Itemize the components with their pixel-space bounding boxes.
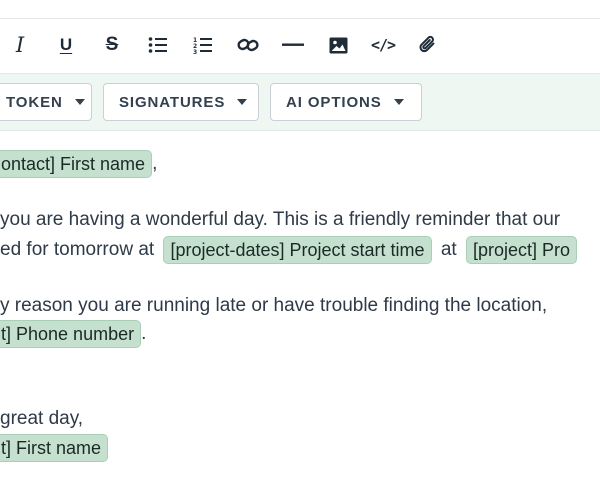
- paragraph-2-line-1: y reason you are running late or have tr…: [0, 294, 547, 318]
- format-toolbar: I U S 1 2 3 </>: [0, 19, 600, 73]
- horizontal-rule-button[interactable]: [279, 31, 307, 59]
- numbered-list-icon: 1 2 3: [193, 37, 212, 54]
- paragraph-2-line-1-text: y reason you are running late or have tr…: [0, 295, 548, 316]
- caret-down-icon: [393, 99, 404, 105]
- attachment-button[interactable]: [414, 31, 442, 59]
- image-icon: [329, 37, 347, 53]
- token-chip-project-start-time[interactable]: [project-dates] Project start time: [163, 236, 432, 264]
- horizontal-rule-icon: [282, 43, 304, 46]
- code-button[interactable]: </>: [369, 31, 397, 59]
- bullet-list-button[interactable]: [144, 31, 172, 59]
- paragraph-1-line-2-at: at: [440, 239, 457, 261]
- paragraph-1-line-1: you are having a wonderful day. This is …: [0, 208, 560, 232]
- paragraph-1-line-2-text: ed for tomorrow at: [0, 239, 155, 261]
- code-icon: </>: [370, 36, 396, 54]
- ai-options-dropdown-label: AI OPTIONS: [286, 93, 382, 111]
- signatures-dropdown[interactable]: SIGNATURES: [103, 83, 259, 121]
- greeting-comma: ,: [152, 153, 158, 175]
- paragraph-1-line-1-text: you are having a wonderful day. This is …: [0, 209, 561, 230]
- message-editor[interactable]: ontact] First name, you are having a won…: [0, 132, 600, 500]
- image-button[interactable]: [324, 31, 352, 59]
- underline-icon: U: [59, 35, 73, 54]
- paragraph-1-line-2: ed for tomorrow at [project-dates] Proje…: [0, 236, 578, 264]
- token-chip-signoff-first-name[interactable]: t] First name: [0, 434, 109, 462]
- token-chip-project[interactable]: [project] Pro: [465, 236, 578, 264]
- bullet-list-icon: [148, 37, 167, 53]
- ai-options-dropdown[interactable]: AI OPTIONS: [270, 83, 422, 121]
- underline-button[interactable]: U: [52, 31, 80, 59]
- caret-down-icon: [237, 99, 248, 105]
- closing-line: great day,: [0, 407, 83, 431]
- link-button[interactable]: [234, 31, 262, 59]
- signatures-dropdown-label: SIGNATURES: [119, 93, 226, 111]
- token-chip-phone-number[interactable]: t] Phone number: [0, 320, 142, 348]
- closing-text: great day,: [0, 408, 84, 429]
- token-dropdown[interactable]: TOKEN: [0, 83, 92, 121]
- link-icon: [237, 38, 259, 52]
- greeting-line: ontact] First name,: [0, 150, 157, 178]
- italic-button[interactable]: I: [6, 31, 34, 59]
- token-chip-contact-first-name[interactable]: ontact] First name: [0, 150, 153, 178]
- italic-icon: I: [15, 33, 25, 57]
- paragraph-2-line-2: t] Phone number.: [0, 320, 146, 348]
- caret-down-icon: [74, 99, 85, 105]
- token-toolbar: TOKEN SIGNATURES AI OPTIONS: [0, 73, 600, 131]
- numbered-list-button[interactable]: 1 2 3: [189, 31, 217, 59]
- attachment-icon: [419, 35, 435, 53]
- paragraph-2-period: .: [141, 323, 147, 345]
- strikethrough-icon: S: [105, 34, 119, 55]
- token-dropdown-label: TOKEN: [6, 93, 63, 111]
- strikethrough-button[interactable]: S: [98, 31, 126, 59]
- svg-text:3: 3: [193, 49, 197, 54]
- signoff-line: t] First name: [0, 434, 109, 462]
